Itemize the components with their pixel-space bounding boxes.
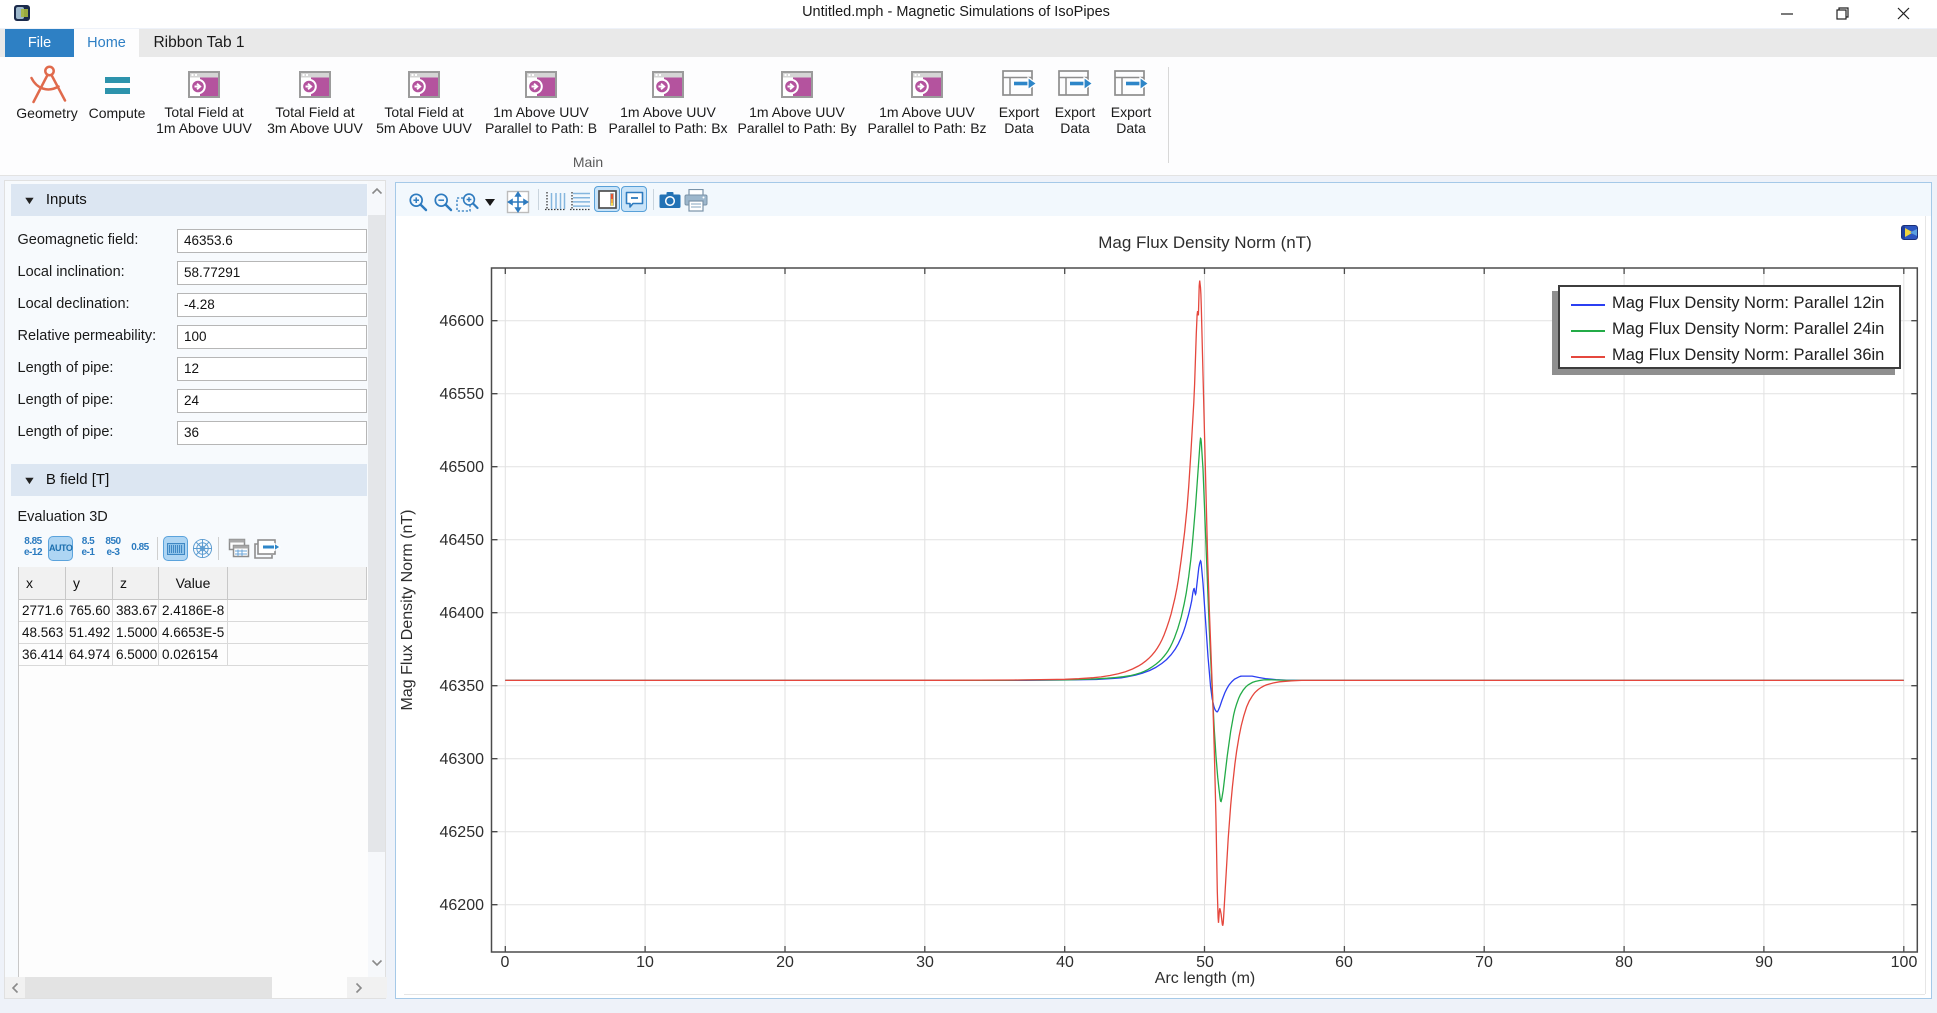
svg-text:70: 70: [1475, 954, 1493, 971]
svg-text:90: 90: [1755, 954, 1773, 971]
svg-text:100: 100: [1891, 954, 1918, 971]
svg-text:46400: 46400: [440, 605, 485, 622]
svg-text:46200: 46200: [440, 897, 485, 914]
svg-text:46350: 46350: [440, 678, 485, 695]
svg-text:46600: 46600: [440, 313, 485, 330]
svg-text:Mag Flux Density Norm (nT): Mag Flux Density Norm (nT): [399, 510, 416, 711]
svg-text:Arc length (m): Arc length (m): [1155, 970, 1255, 987]
svg-text:46500: 46500: [440, 459, 485, 476]
svg-text:60: 60: [1335, 954, 1353, 971]
svg-text:50: 50: [1196, 954, 1214, 971]
svg-text:0: 0: [501, 954, 510, 971]
svg-text:10: 10: [636, 954, 654, 971]
svg-text:46300: 46300: [440, 751, 485, 768]
svg-text:46550: 46550: [440, 386, 485, 403]
svg-text:20: 20: [776, 954, 794, 971]
svg-text:80: 80: [1615, 954, 1633, 971]
svg-text:Mag Flux Density Norm (nT): Mag Flux Density Norm (nT): [1098, 233, 1311, 252]
svg-text:46450: 46450: [440, 532, 485, 549]
svg-text:46250: 46250: [440, 824, 485, 841]
svg-text:40: 40: [1056, 954, 1074, 971]
svg-text:30: 30: [916, 954, 934, 971]
